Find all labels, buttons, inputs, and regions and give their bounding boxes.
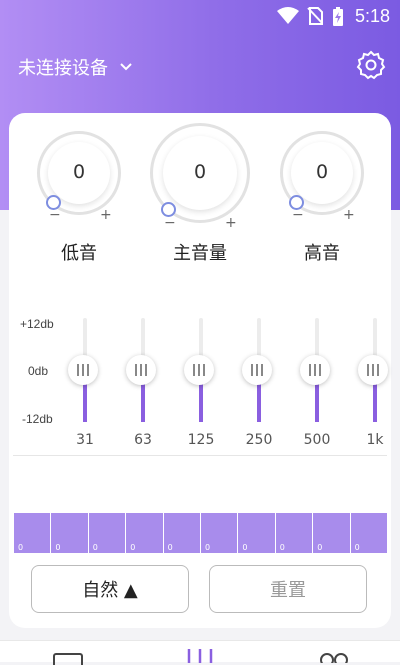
band-bar-value: 0 (167, 543, 173, 552)
bottom-nav (0, 640, 400, 665)
band-bar: 0 (13, 513, 50, 553)
band-bar: 0 (237, 513, 274, 553)
db-label-min: -12db (22, 412, 53, 426)
nav-device-icon[interactable] (53, 653, 83, 665)
band-bar: 0 (125, 513, 162, 553)
bass-value: 0 (72, 161, 86, 183)
band-bar: 0 (87, 513, 125, 553)
battery-charging-icon (333, 7, 343, 26)
eq-thumb[interactable] (300, 355, 330, 385)
bass-plus-label: + (100, 207, 112, 223)
wifi-icon (277, 7, 299, 24)
reset-button[interactable]: 重置 (209, 565, 367, 613)
band-bar-value: 0 (279, 543, 285, 552)
eq-freq-label: 63 (134, 432, 152, 448)
eq-thumb[interactable] (242, 355, 272, 385)
eq-freq-label: 500 (303, 432, 331, 448)
db-label-zero: 0db (28, 364, 49, 378)
device-status-label: 未连接设备 (18, 58, 108, 79)
device-selector[interactable]: 未连接设备 (18, 54, 132, 80)
eq-freq-label: 1k (366, 432, 384, 448)
master-volume-plus-label: + (225, 215, 237, 231)
band-bar: 0 (162, 513, 200, 553)
chevron-down-icon (120, 63, 132, 71)
treble-value: 0 (315, 161, 329, 183)
band-bar-value: 0 (92, 543, 98, 552)
eq-freq-label: 250 (245, 432, 273, 448)
bass-minus-label: − (49, 207, 61, 223)
treble-label: 高音 (304, 243, 340, 264)
nav-profile-icon[interactable] (318, 651, 350, 663)
divider (13, 455, 387, 456)
settings-gear-icon[interactable] (356, 50, 386, 80)
band-bar-value: 0 (18, 543, 24, 552)
master-volume-label: 主音量 (173, 243, 227, 264)
treble-plus-label: + (343, 207, 355, 223)
eq-thumb[interactable] (184, 355, 214, 385)
preset-button[interactable]: 自然 ▲ (31, 565, 189, 613)
band-bar: 0 (349, 513, 387, 553)
band-bar-value: 0 (317, 543, 323, 552)
band-bar: 0 (274, 513, 312, 553)
band-bar: 0 (50, 513, 87, 553)
eq-thumb[interactable] (358, 355, 388, 385)
band-bar-value: 0 (354, 543, 360, 552)
band-bars-strip: 0 0 0 0 0 0 0 0 0 0 (13, 513, 387, 553)
band-bar: 0 (200, 513, 237, 553)
eq-thumb[interactable] (126, 355, 156, 385)
treble-minus-label: − (292, 207, 304, 223)
band-bar: 0 (312, 513, 349, 553)
band-bar-value: 0 (55, 543, 61, 552)
master-volume-value: 0 (193, 161, 207, 183)
band-bar-value: 0 (130, 543, 136, 552)
band-bar-value: 0 (205, 543, 211, 552)
status-bar: 5:18 (0, 0, 400, 34)
no-sim-icon (307, 7, 323, 25)
eq-freq-label: 31 (76, 432, 94, 448)
bass-knob[interactable]: 0 − + (37, 131, 121, 223)
master-volume-knob[interactable]: 0 − + (150, 123, 250, 231)
master-volume-minus-label: − (164, 215, 176, 231)
db-label-max: +12db (20, 317, 54, 331)
eq-freq-label: 125 (187, 432, 215, 448)
status-time: 5:18 (354, 6, 390, 26)
bass-label: 低音 (61, 243, 97, 264)
band-bar-value: 0 (242, 543, 248, 552)
treble-knob[interactable]: 0 − + (280, 131, 364, 223)
eq-thumb[interactable] (68, 355, 98, 385)
